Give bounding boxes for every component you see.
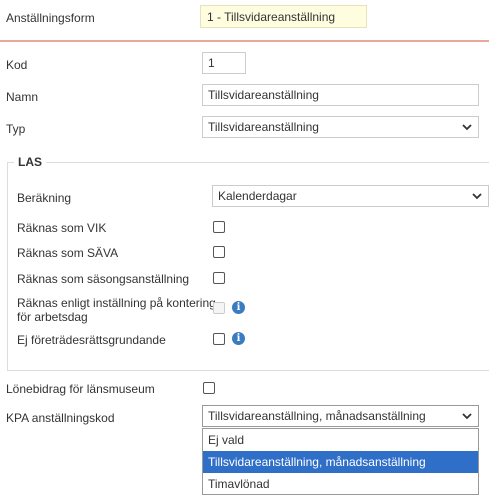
info-icon[interactable]: i [232, 301, 245, 314]
chevron-down-icon [462, 413, 472, 420]
kpa-option[interactable]: Timavlönad [203, 473, 478, 495]
kpa-select[interactable]: Tillsvidareanställning, månadsanställnin… [202, 405, 479, 427]
kpa-label: KPA anställningskod [6, 411, 115, 425]
kpa-select-value: Tillsvidareanställning, månadsanställnin… [208, 409, 426, 423]
employment-form-value: 1 - Tillsvidareanställning [200, 5, 367, 28]
section-divider [0, 40, 489, 42]
season-label: Räknas som säsongsanställning [17, 272, 190, 286]
kontering-label-line2: för arbetsdag [17, 310, 88, 324]
chevron-down-icon [472, 193, 482, 200]
kpa-option[interactable]: Ej vald [203, 429, 478, 451]
calc-label: Beräkning [17, 191, 72, 205]
kontering-label-line1: Räknas enligt inställning på kontering [17, 296, 216, 310]
lonebidrag-label: Lönebidrag för länsmuseum [6, 382, 155, 396]
kontering-checkbox [213, 302, 225, 314]
sava-label: Räknas som SÄVA [17, 246, 119, 260]
kpa-option-selected[interactable]: Tillsvidareanställning, månadsanställnin… [203, 451, 478, 473]
type-label: Typ [6, 122, 26, 136]
name-input[interactable] [202, 84, 479, 106]
code-label: Kod [6, 58, 28, 72]
info-icon[interactable]: i [232, 332, 245, 345]
vik-label: Räknas som VIK [17, 221, 107, 235]
sava-checkbox[interactable] [213, 246, 225, 258]
chevron-down-icon [462, 124, 472, 131]
calc-select-value: Kalenderdagar [218, 189, 297, 203]
las-legend: LAS [14, 155, 46, 169]
calc-select[interactable]: Kalenderdagar [212, 185, 489, 207]
type-select[interactable]: Tillsvidareanställning [202, 116, 479, 138]
employment-form-label: Anställningsform [6, 11, 95, 25]
vik-checkbox[interactable] [213, 221, 225, 233]
name-label: Namn [6, 90, 39, 104]
season-checkbox[interactable] [213, 272, 225, 284]
foretrade-checkbox[interactable] [213, 333, 225, 345]
foretrade-label: Ej företrädesrättsgrundande [17, 333, 166, 347]
kpa-dropdown-list: Ej vald Tillsvidareanställning, månadsan… [202, 428, 479, 495]
type-select-value: Tillsvidareanställning [208, 120, 319, 134]
code-input[interactable] [202, 52, 246, 74]
lonebidrag-checkbox[interactable] [203, 382, 215, 394]
